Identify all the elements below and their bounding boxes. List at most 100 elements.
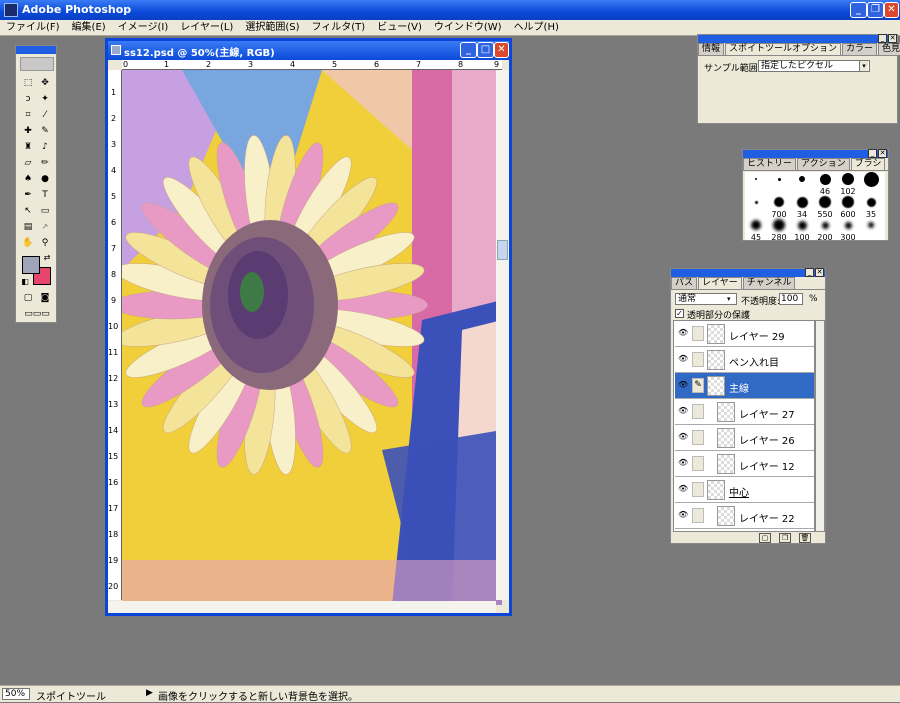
menu-view[interactable]: ビュー(V) [371, 20, 428, 36]
foreground-color-swatch[interactable] [22, 256, 40, 274]
gradient-tool-icon[interactable]: ▭ [38, 204, 52, 218]
standard-mode-icon[interactable]: ▢ [21, 291, 35, 305]
layers-palette-titlebar[interactable]: _ ✕ [671, 268, 825, 277]
layer-row[interactable]: 👁 レイヤー 22 [675, 503, 814, 529]
healing-brush-icon[interactable]: ✚ [21, 124, 35, 138]
link-slot[interactable] [692, 456, 704, 471]
play-arrow-icon[interactable]: ▶ [146, 688, 153, 698]
menu-window[interactable]: ウインドウ(W) [428, 20, 508, 36]
tab-actions[interactable]: アクション [797, 158, 850, 170]
brush-preset[interactable]: 100 [791, 218, 813, 242]
eye-icon[interactable]: 👁 [678, 459, 688, 467]
vertical-scrollbar[interactable] [496, 70, 509, 600]
tab-paths[interactable]: パス [671, 277, 698, 289]
layer-row[interactable]: 👁 中心 [675, 477, 814, 503]
palette-close-icon[interactable]: ✕ [888, 34, 897, 43]
tab-eyedropper-options[interactable]: スポイトツールオプション [725, 43, 842, 55]
brush-preset[interactable]: 550 [814, 195, 836, 219]
blend-mode-select[interactable]: 通常 ▾ [675, 293, 737, 305]
eye-icon[interactable]: 👁 [678, 407, 688, 415]
screen-mode-icon[interactable]: ▭▭▭ [21, 307, 53, 321]
tab-channels[interactable]: チャンネル [742, 277, 796, 289]
menu-layer[interactable]: レイヤー(L) [174, 20, 239, 36]
eye-icon[interactable]: 👁 [678, 381, 688, 389]
doc-minimize-button[interactable]: _ [460, 42, 477, 58]
default-colors-icon[interactable]: ◧ [18, 275, 32, 289]
history-brush-icon[interactable]: ♪ [38, 140, 52, 154]
brush-preset[interactable]: 700 [768, 195, 790, 219]
brush-preset[interactable]: 45 [745, 218, 767, 242]
document-titlebar[interactable]: ss12.psd @ 50%(主線, RGB) _ □ ✕ [108, 41, 509, 60]
link-slot[interactable] [692, 430, 704, 445]
brush-preset[interactable]: 102 [837, 172, 859, 196]
menu-edit[interactable]: 編集(E) [66, 20, 112, 36]
notes-tool-icon[interactable]: ▤ [21, 220, 35, 234]
link-slot[interactable] [692, 482, 704, 497]
menu-filter[interactable]: フィルタ(T) [305, 20, 371, 36]
brush-active-icon[interactable]: ✎ [692, 378, 704, 393]
palette-minimize-icon[interactable]: _ [868, 149, 877, 158]
path-select-icon[interactable]: ↖ [21, 204, 35, 218]
brush-preset[interactable]: 300 [837, 218, 859, 242]
zoom-field[interactable]: 50% [2, 688, 30, 700]
brush-preset[interactable]: 200 [814, 218, 836, 242]
brush-preset[interactable]: 34 [791, 195, 813, 219]
restore-button[interactable]: ❐ [867, 2, 884, 18]
menu-file[interactable]: ファイル(F) [0, 20, 66, 36]
layer-row-selected[interactable]: 👁 ✎ 主線 [675, 373, 814, 399]
preserve-transparency-checkbox[interactable]: ✓ [675, 309, 684, 318]
layers-scrollbar[interactable] [815, 320, 825, 532]
tab-info[interactable]: 情報 [698, 43, 725, 55]
stamp-tool-icon[interactable]: ♜ [21, 140, 35, 154]
eye-icon[interactable]: 👁 [678, 355, 688, 363]
quickmask-mode-icon[interactable]: ◙ [38, 291, 52, 305]
close-button[interactable]: ✕ [884, 2, 899, 18]
menu-select[interactable]: 選択範囲(S) [239, 20, 305, 36]
doc-close-button[interactable]: ✕ [494, 42, 509, 58]
tab-color[interactable]: カラー [842, 43, 878, 55]
new-layer-set-icon[interactable]: ▢ [759, 533, 771, 543]
tab-swatches[interactable]: 色見本 [878, 43, 900, 55]
brush-preset[interactable] [791, 172, 813, 194]
brush-preset[interactable] [860, 218, 882, 240]
layer-row[interactable]: 👁 レイヤー 26 [675, 425, 814, 451]
layer-row[interactable]: 👁 レイヤー 27 [675, 399, 814, 425]
blur-tool-icon[interactable]: ♠ [21, 172, 35, 186]
zoom-tool-icon[interactable]: ⚲ [38, 236, 52, 250]
image-canvas[interactable] [122, 70, 502, 605]
dodge-tool-icon[interactable]: ● [38, 172, 52, 186]
minimize-button[interactable]: _ [850, 2, 867, 18]
marquee-tool-icon[interactable]: ⬚ [21, 76, 35, 90]
toolbox-titlebar[interactable] [16, 46, 56, 54]
opacity-input[interactable]: 100 [779, 293, 803, 305]
swap-colors-icon[interactable]: ⇄ [40, 251, 54, 265]
palette-close-icon[interactable]: ✕ [878, 149, 887, 158]
brush-preset[interactable]: 35 [860, 195, 882, 219]
new-layer-icon[interactable]: ❐ [779, 533, 791, 543]
sample-size-select[interactable]: 指定したピクセル ▾ [758, 60, 870, 72]
brush-preset[interactable]: 280 [768, 218, 790, 242]
pen-tool-icon[interactable]: ✒ [21, 188, 35, 202]
eye-icon[interactable]: 👁 [678, 433, 688, 441]
trash-icon[interactable]: 🗑 [799, 533, 811, 543]
eye-icon[interactable]: 👁 [678, 511, 688, 519]
type-tool-icon[interactable]: T [38, 188, 52, 202]
move-tool-icon[interactable]: ✥ [38, 76, 52, 90]
magic-wand-icon[interactable]: ✦ [38, 92, 52, 106]
brush-preset[interactable] [745, 195, 767, 217]
eye-icon[interactable]: 👁 [678, 485, 688, 493]
brush-preset[interactable] [860, 172, 882, 194]
scroll-thumb[interactable] [497, 240, 508, 260]
tab-brushes[interactable]: ブラシ [850, 158, 886, 170]
eyedropper-tool-icon[interactable]: ⸕ [38, 220, 52, 234]
lasso-tool-icon[interactable]: ↄ [21, 92, 35, 106]
layer-row[interactable]: 👁 レイヤー 29 [675, 321, 814, 347]
layer-row[interactable]: 👁 ペン入れ目 [675, 347, 814, 373]
palette-minimize-icon[interactable]: _ [805, 268, 814, 277]
pencil-tool-icon[interactable]: ✏ [38, 156, 52, 170]
brush-preset[interactable]: 600 [837, 195, 859, 219]
link-slot[interactable] [692, 352, 704, 367]
palette-close-icon[interactable]: ✕ [815, 268, 824, 277]
tab-history[interactable]: ヒストリー [743, 158, 797, 170]
eye-icon[interactable]: 👁 [678, 329, 688, 337]
